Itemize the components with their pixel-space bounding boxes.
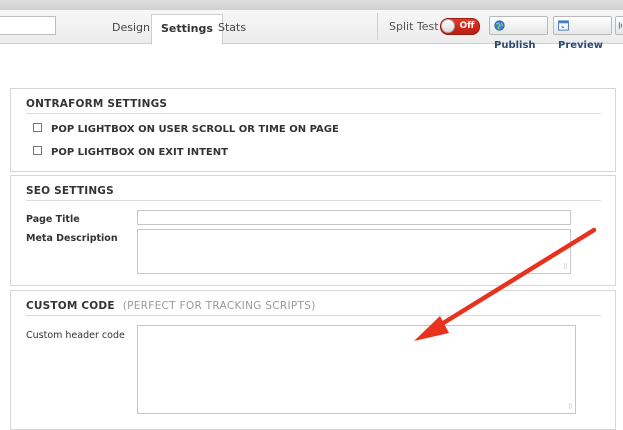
option-exit-intent-lightbox[interactable]: POP LIGHTBOX ON EXIT INTENT <box>33 146 228 160</box>
custom-code-title: CUSTOM CODE <box>26 300 115 312</box>
editor-toolbar: Design Settings Stats Split Test Off Pub… <box>0 10 623 51</box>
toggle-state-text: Off <box>459 21 475 31</box>
custom-header-code-label: Custom header code <box>26 330 125 341</box>
meta-description-textarea[interactable]: ⠿ <box>137 229 571 274</box>
custom-code-panel: CUSTOM CODE (PERFECT FOR TRACKING SCRIPTS… <box>10 290 616 430</box>
globe-icon <box>494 20 505 31</box>
ontraform-settings-heading: ONTRAFORM SETTINGS <box>26 98 601 114</box>
exit-intent-checkbox[interactable] <box>33 146 42 155</box>
scroll-time-checkbox[interactable] <box>33 123 42 132</box>
seo-settings-heading: SEO SETTINGS <box>26 185 601 201</box>
custom-code-subtitle: (PERFECT FOR TRACKING SCRIPTS) <box>122 300 316 312</box>
seo-settings-panel: SEO SETTINGS Page Title Meta Description… <box>10 175 616 286</box>
scroll-time-label: POP LIGHTBOX ON USER SCROLL OR TIME ON P… <box>51 124 339 135</box>
tab-stats[interactable]: Stats <box>209 13 255 43</box>
expand-icon <box>618 22 622 29</box>
toolbar-divider <box>377 13 378 40</box>
publish-button[interactable]: Publish <box>489 16 548 51</box>
preview-button[interactable]: Preview <box>553 16 612 51</box>
publish-label: Publish <box>494 40 536 51</box>
page-title-label: Page Title <box>26 214 80 225</box>
preview-label: Preview <box>558 40 604 51</box>
split-test-toggle[interactable]: Off <box>440 18 480 35</box>
meta-description-label: Meta Description <box>26 233 118 244</box>
custom-header-code-textarea[interactable]: ⠿ <box>137 325 576 414</box>
custom-code-heading: CUSTOM CODE (PERFECT FOR TRACKING SCRIPTS… <box>26 300 601 316</box>
more-button[interactable] <box>615 16 623 35</box>
option-scroll-time-lightbox[interactable]: POP LIGHTBOX ON USER SCROLL OR TIME ON P… <box>33 123 339 137</box>
resize-grip-icon[interactable]: ⠿ <box>568 404 573 411</box>
preview-window-icon <box>558 20 569 31</box>
toggle-knob <box>441 19 455 33</box>
exit-intent-label: POP LIGHTBOX ON EXIT INTENT <box>51 147 228 158</box>
split-test-label: Split Test <box>389 20 439 33</box>
resize-grip-icon[interactable]: ⠿ <box>563 264 568 271</box>
toolbar-input[interactable] <box>0 16 56 35</box>
ontraform-settings-panel: ONTRAFORM SETTINGS POP LIGHTBOX ON USER … <box>10 88 616 172</box>
page-title-input[interactable] <box>137 210 571 225</box>
